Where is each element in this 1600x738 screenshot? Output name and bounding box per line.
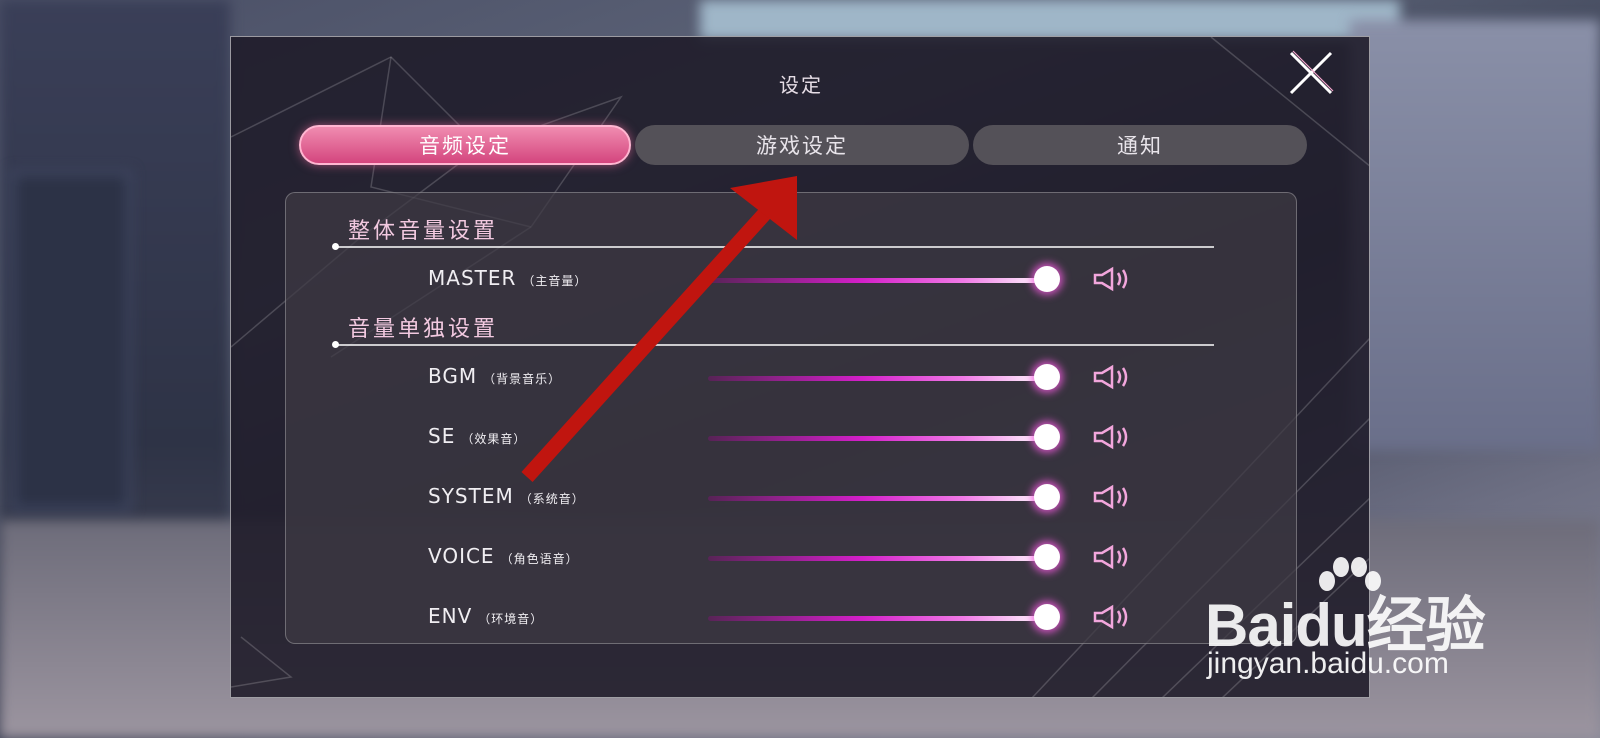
row-label: ENV （环境音） [428, 604, 543, 628]
speaker-icon [1093, 266, 1128, 292]
speaker-icon [1093, 424, 1128, 450]
speaker-button[interactable] [1092, 363, 1134, 393]
volume-row-master: MASTER （主音量） [286, 260, 1298, 300]
slider-handle[interactable] [1034, 544, 1060, 570]
speaker-button[interactable] [1092, 483, 1134, 513]
background-booth [10, 170, 132, 512]
speaker-icon [1093, 604, 1128, 630]
row-label: BGM （背景音乐） [428, 364, 561, 388]
close-button[interactable] [1283, 45, 1339, 101]
row-label-main: MASTER [428, 266, 517, 290]
row-label: MASTER （主音量） [428, 266, 587, 290]
row-label-main: SYSTEM [428, 484, 514, 508]
speaker-icon [1093, 484, 1128, 510]
section-divider [332, 341, 1214, 348]
section-divider [332, 243, 1214, 250]
slider-handle[interactable] [1034, 266, 1060, 292]
tab-audio-settings[interactable]: 音频设定 [299, 125, 631, 165]
row-label-sub: （效果音） [461, 432, 527, 446]
row-label-main: BGM [428, 364, 478, 388]
row-label: SYSTEM （系统音） [428, 484, 585, 508]
tab-bar: 音频设定 游戏设定 通知 [299, 125, 1307, 165]
volume-row-se: SE （效果音） [286, 418, 1298, 458]
background-building-right [1350, 20, 1600, 450]
master-volume-slider[interactable] [708, 278, 1048, 283]
voice-volume-slider[interactable] [708, 556, 1048, 561]
bgm-volume-slider[interactable] [708, 376, 1048, 381]
row-label-sub: （环境音） [478, 612, 544, 626]
volume-row-system: SYSTEM （系统音） [286, 478, 1298, 518]
slider-handle[interactable] [1034, 604, 1060, 630]
close-icon [1289, 50, 1334, 95]
se-volume-slider[interactable] [708, 436, 1048, 441]
speaker-button[interactable] [1092, 423, 1134, 453]
settings-dialog: 设定 音频设定 游戏设定 通知 整体音量设置 MASTER （主音量） 音量单独设… [230, 36, 1370, 698]
row-label-sub: （主音量） [522, 274, 588, 288]
row-label-sub: （背景音乐） [483, 372, 562, 386]
row-label-main: VOICE [428, 544, 495, 568]
volume-row-env: ENV （环境音） [286, 598, 1298, 638]
row-label-main: SE [428, 424, 456, 448]
section-title-overall: 整体音量设置 [348, 219, 499, 244]
row-label-sub: （系统音） [519, 492, 585, 506]
tab-notifications[interactable]: 通知 [973, 125, 1307, 165]
row-label: VOICE （角色语音） [428, 544, 579, 568]
row-label-main: ENV [428, 604, 473, 628]
speaker-button[interactable] [1092, 265, 1134, 295]
row-label-sub: （角色语音） [500, 552, 579, 566]
watermark-url: jingyan.baidu.com [1207, 647, 1449, 680]
env-volume-slider[interactable] [708, 616, 1048, 621]
volume-row-bgm: BGM （背景音乐） [286, 358, 1298, 398]
slider-handle[interactable] [1034, 424, 1060, 450]
speaker-button[interactable] [1092, 603, 1134, 633]
baidu-watermark: Baidu经验 jingyan.baidu.com [1205, 555, 1495, 695]
background-sky [700, 0, 1400, 40]
speaker-icon [1093, 544, 1128, 570]
slider-handle[interactable] [1034, 364, 1060, 390]
volume-row-voice: VOICE （角色语音） [286, 538, 1298, 578]
audio-panel: 整体音量设置 MASTER （主音量） 音量单独设置 BGM （背景音乐） SE （效… [285, 192, 1297, 644]
system-volume-slider[interactable] [708, 496, 1048, 501]
speaker-button[interactable] [1092, 543, 1134, 573]
speaker-icon [1093, 364, 1128, 390]
tab-game-settings[interactable]: 游戏设定 [635, 125, 969, 165]
slider-handle[interactable] [1034, 484, 1060, 510]
dialog-title: 设定 [779, 73, 823, 97]
section-title-individual: 音量单独设置 [348, 317, 499, 342]
row-label: SE （效果音） [428, 424, 526, 448]
